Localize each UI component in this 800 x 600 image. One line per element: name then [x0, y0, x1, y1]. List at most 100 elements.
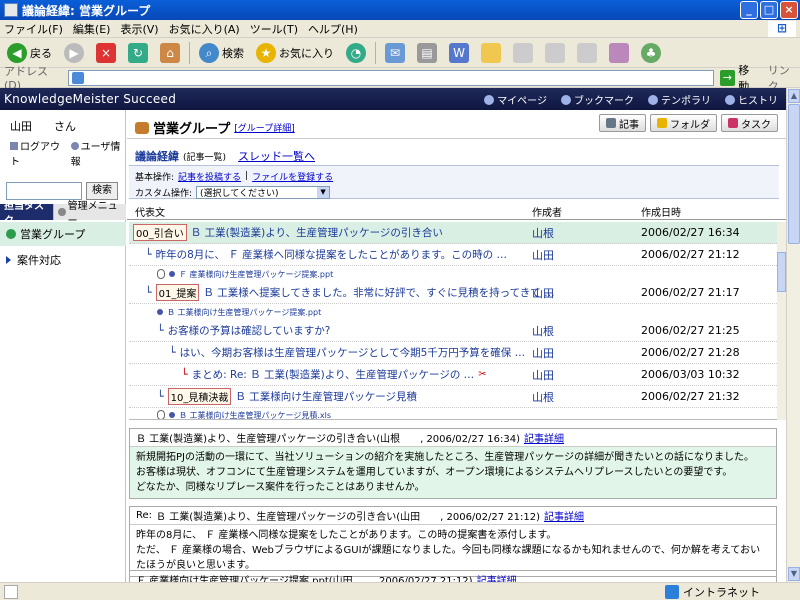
page-scrollbar[interactable]: ▲ ▼	[786, 88, 800, 582]
menu-tools[interactable]: ツール(T)	[250, 21, 298, 37]
table-row[interactable]: 00_引合い Ｂ 工業(製造業)より、生産管理パッケージの引き合い 山根 200…	[129, 222, 777, 244]
sidebar-item-case-handling[interactable]: 案件対応	[0, 248, 126, 272]
tab-admin-menu[interactable]: 管理メニュー	[53, 201, 126, 227]
folder-icon	[481, 42, 501, 63]
row-subject-text[interactable]: Ｂ 工業(製造業)より、生産管理パッケージの引き合い	[191, 225, 443, 240]
user-links: ログアウト ユーザ情報	[0, 134, 125, 168]
article-detail-link[interactable]: 記事詳細	[544, 508, 584, 523]
row-author[interactable]: 山田	[532, 367, 554, 383]
scroll-up-arrow-icon[interactable]: ▲	[788, 89, 800, 103]
forward-button[interactable]: ▶	[61, 41, 87, 65]
toolbar-ext-2[interactable]	[542, 41, 568, 65]
attachment-name[interactable]: Ｂ 工業様向け生産管理パッケージ提案.ppt	[167, 307, 321, 318]
stop-button[interactable]: ×	[93, 41, 119, 65]
menu-help[interactable]: ヘルプ(H)	[308, 21, 358, 37]
folder-button[interactable]: フォルダ	[650, 114, 717, 132]
logout-link[interactable]: ログアウト	[10, 138, 65, 168]
messenger-button[interactable]: ♣	[638, 41, 664, 65]
user-info-link[interactable]: ユーザ情報	[70, 138, 125, 168]
register-file-link[interactable]: ファイルを登録する	[252, 170, 333, 183]
custom-ops-select[interactable]: (選択してください) ▼	[196, 185, 331, 199]
table-row[interactable]: └ まとめ: Re: Ｂ 工業(製造業)より、生産管理パッケージの … ✂ 山田…	[129, 364, 777, 386]
mail-button[interactable]: ✉	[382, 41, 408, 65]
row-date: 2006/02/27 21:12	[641, 248, 740, 261]
table-row[interactable]: └ 01_提案 Ｂ 工業様へ提案してきました。非常に好評で、すぐに見積を持ってき…	[129, 282, 777, 304]
scroll-down-arrow-icon[interactable]: ▼	[788, 567, 800, 581]
col-header-author[interactable]: 作成者	[532, 204, 562, 219]
close-button[interactable]: ×	[780, 1, 798, 19]
nav-history[interactable]: ヒストリ	[725, 92, 778, 107]
document-icon	[513, 42, 533, 63]
menu-edit[interactable]: 編集(E)	[73, 21, 111, 37]
page-viewport: KnowledgeMeister Succeed マイページ ブックマーク テン…	[0, 88, 786, 582]
nav-bookmark[interactable]: ブックマーク	[561, 92, 634, 107]
attachment-row[interactable]: Ｂ 工業様向け生産管理パッケージ提案.ppt	[129, 305, 777, 319]
table-row[interactable]: └ 昨年の8月に、 Ｆ 産業様へ同様な提案をしたことがあります。この時の … 山…	[129, 244, 777, 266]
row-subject-text[interactable]: はい、今期お客様は生産管理パッケージとして今期5千万円予算を確保 …	[180, 345, 526, 360]
task-button[interactable]: タスク	[721, 114, 778, 132]
row-tag: 10_見積決裁	[167, 388, 232, 405]
row-author[interactable]: 山田	[532, 285, 554, 301]
tree-branch: └	[145, 248, 152, 261]
table-row[interactable]: └ 10_見積決裁 Ｂ 工業様向け生産管理パッケージ見積 山根 2006/02/…	[129, 386, 777, 408]
row-subject-text[interactable]: お客様の予算は確認していますか?	[168, 323, 331, 338]
toolbar-ext-1[interactable]	[510, 41, 536, 65]
row-subject-text[interactable]: まとめ: Re: Ｂ 工業(製造業)より、生産管理パッケージの …	[192, 367, 475, 382]
app-nav: マイページ ブックマーク テンポラリ ヒストリ	[484, 92, 778, 107]
attachment-name[interactable]: Ｆ 産業様向け生産管理パッケージ提案.ppt	[179, 269, 333, 280]
nav-mypage[interactable]: マイページ	[484, 92, 547, 107]
attachment-name[interactable]: Ｂ 工業様向け生産管理パッケージ見積.xls	[179, 410, 331, 420]
print-button[interactable]: ▤	[414, 41, 440, 65]
address-input[interactable]	[67, 69, 714, 86]
attachment-row[interactable]: Ｂ 工業様向け生産管理パッケージ見積.xls	[129, 408, 777, 420]
edit-button[interactable]: W	[446, 41, 472, 65]
folder-button[interactable]	[478, 41, 504, 65]
detail-meta: (山田 , 2006/02/27 21:12)	[328, 576, 473, 582]
row-author[interactable]: 山根	[532, 225, 554, 241]
tab-assigned-tasks[interactable]: 担当タスク	[0, 201, 54, 227]
group-detail-link[interactable]: [グループ詳細]	[234, 121, 294, 134]
page-scrollbar-thumb[interactable]	[788, 104, 800, 244]
table-row[interactable]: └ お客様の予算は確認していますか? 山根 2006/02/27 21:25	[129, 320, 777, 342]
col-header-summary[interactable]: 代表文	[135, 204, 165, 219]
table-row[interactable]: └ はい、今期お客様は生産管理パッケージとして今期5千万円予算を確保 … 山田 …	[129, 342, 777, 364]
toolbar-ext-4[interactable]	[606, 41, 632, 65]
menu-favorites[interactable]: お気に入り(A)	[169, 21, 240, 37]
sidebar-item-sales-group[interactable]: 営業グループ	[0, 222, 126, 246]
window-title: 議論経緯: 営業グループ	[22, 3, 151, 18]
post-article-link[interactable]: 記事を投稿する	[178, 170, 241, 183]
minimize-button[interactable]: _	[740, 1, 758, 19]
list-scrollbar[interactable]	[777, 222, 786, 420]
back-button[interactable]: ◀ 戻る	[4, 41, 55, 65]
menu-view[interactable]: 表示(V)	[120, 21, 158, 37]
row-tag: 01_提案	[155, 284, 200, 301]
row-author[interactable]: 山田	[532, 345, 554, 361]
row-subject-text[interactable]: Ｂ 工業様向け生産管理パッケージ見積	[235, 389, 417, 404]
row-subject-text[interactable]: Ｂ 工業様へ提案してきました。非常に好評で、すぐに見積を持ってきて …	[203, 285, 554, 300]
row-author[interactable]: 山田	[532, 247, 554, 263]
favorites-button[interactable]: ★ お気に入り	[253, 41, 337, 65]
list-scrollbar-thumb[interactable]	[777, 252, 786, 292]
history-button[interactable]: ◔	[343, 41, 369, 65]
mail-icon: ✉	[385, 42, 405, 63]
maximize-button[interactable]: □	[760, 1, 778, 19]
attachment-row[interactable]: Ｆ 産業様向け生産管理パッケージ提案.ppt	[129, 267, 777, 281]
thread-list-link[interactable]: スレッド一覧へ	[238, 148, 315, 164]
toolbar-ext-3[interactable]	[574, 41, 600, 65]
article-detail-link[interactable]: 記事詳細	[477, 572, 517, 582]
search-button[interactable]: ⌕ 検索	[196, 41, 247, 65]
nav-temporary[interactable]: テンポラリ	[648, 92, 711, 107]
article-detail-body: 昨年の8月に、 Ｆ 産業様へ同様な提案をしたことがあります。この時の提案書を添付…	[130, 525, 776, 576]
detail-line: ただ、 Ｆ 産業様の場合、WebブラウザによるGUIが課題になりました。今回も同…	[136, 545, 761, 571]
home-button[interactable]: ⌂	[157, 41, 183, 65]
history-icon: ◔	[346, 42, 366, 63]
operations-box: 基本操作: 記事を投稿する | ファイルを登録する カスタム操作: (選択してく…	[129, 165, 779, 199]
row-author[interactable]: 山根	[532, 323, 554, 339]
refresh-button[interactable]: ↻	[125, 41, 151, 65]
col-header-date[interactable]: 作成日時	[641, 204, 681, 219]
menu-file[interactable]: ファイル(F)	[4, 21, 63, 37]
row-subject-text[interactable]: 昨年の8月に、 Ｆ 産業様へ同様な提案をしたことがあります。この時の …	[156, 247, 507, 262]
row-author[interactable]: 山根	[532, 389, 554, 405]
article-detail-link[interactable]: 記事詳細	[524, 430, 564, 445]
article-button[interactable]: 記事	[599, 114, 646, 132]
